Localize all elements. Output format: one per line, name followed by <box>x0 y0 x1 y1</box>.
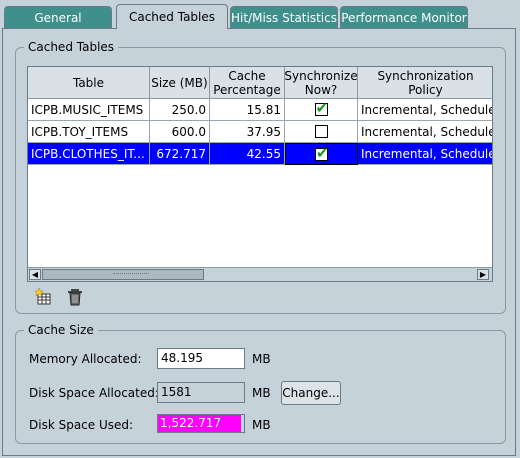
table-header: Table Size (MB) Cache Percentage Synchro… <box>28 67 492 99</box>
disk-alloc-unit: MB <box>252 386 271 400</box>
col-header-synchronize-now[interactable]: Synchronize Now? <box>284 67 358 99</box>
cached-tables-grid: Table Size (MB) Cache Percentage Synchro… <box>27 66 493 282</box>
cell-sync-policy: Incremental, Scheduled <box>358 143 492 165</box>
cell-table-name: ICPB.TOY_ITEMS <box>28 121 150 143</box>
col-header-size[interactable]: Size (MB) <box>150 67 210 99</box>
horizontal-scrollbar[interactable]: ◀ ▶ <box>28 267 492 281</box>
disk-space-allocated-label: Disk Space Allocated: <box>29 386 159 400</box>
checkmark-icon: ✔ <box>316 143 329 162</box>
cell-sync-policy: Incremental, Scheduled <box>358 99 492 121</box>
cell-cache-percentage: 42.55 <box>210 143 285 165</box>
add-table-icon[interactable] <box>34 287 53 306</box>
tab-cached-tables[interactable]: Cached Tables <box>116 4 228 29</box>
sync-now-checkbox[interactable]: ✔ <box>314 99 328 117</box>
tab-general[interactable]: General <box>4 6 112 28</box>
cell-sync-now: ✔ <box>285 143 358 165</box>
cell-size: 600.0 <box>150 121 210 143</box>
scroll-thumb[interactable] <box>42 269 204 280</box>
cell-size: 250.0 <box>150 99 210 121</box>
cached-tables-legend: Cached Tables <box>28 40 115 54</box>
disk-space-used-bar: 1,522.717 <box>157 414 245 433</box>
checkmark-icon: ✔ <box>315 99 329 117</box>
table-row[interactable]: ICPB.MUSIC_ITEMS 250.0 15.81 ✔ Increment… <box>28 99 492 121</box>
sync-now-checkbox[interactable]: ✔ <box>315 144 329 162</box>
cell-size: 672.717 <box>150 143 210 165</box>
cell-sync-now <box>285 121 358 143</box>
cell-table-name: ICPB.CLOTHES_IT... <box>28 143 150 165</box>
disk-used-value: 1,522.717 <box>160 416 222 430</box>
memory-unit: MB <box>252 352 271 366</box>
delete-table-icon[interactable] <box>66 288 84 306</box>
col-header-cache-percentage[interactable]: Cache Percentage <box>210 67 285 99</box>
table-row-selected[interactable]: ICPB.CLOTHES_IT... 672.717 42.55 ✔ Incre… <box>28 143 492 165</box>
disk-space-allocated-field: 1581 <box>157 382 245 403</box>
sync-now-checkbox[interactable] <box>314 125 328 138</box>
col-header-table[interactable]: Table <box>28 67 150 99</box>
thumb-grip-icon <box>113 273 149 277</box>
memory-allocated-field[interactable]: 48.195 <box>157 348 245 369</box>
memory-allocated-label: Memory Allocated: <box>29 352 142 366</box>
cell-cache-percentage: 37.95 <box>210 121 285 143</box>
cell-cache-percentage: 15.81 <box>210 99 285 121</box>
table-row[interactable]: ICPB.TOY_ITEMS 600.0 37.95 Incremental, … <box>28 121 492 143</box>
cell-sync-now: ✔ <box>285 99 358 121</box>
tab-performance-monitor[interactable]: Performance Monitor <box>340 6 468 28</box>
cell-sync-policy: Incremental, Scheduled <box>358 121 492 143</box>
disk-space-used-label: Disk Space Used: <box>29 418 134 432</box>
disk-used-unit: MB <box>252 418 271 432</box>
scroll-right-icon[interactable]: ▶ <box>477 269 489 280</box>
cell-table-name: ICPB.MUSIC_ITEMS <box>28 99 150 121</box>
col-header-sync-policy[interactable]: Synchronization Policy <box>358 67 492 99</box>
cache-size-legend: Cache Size <box>28 323 94 337</box>
tab-hit-miss-statistics[interactable]: Hit/Miss Statistics <box>230 6 338 28</box>
change-button[interactable]: Change... <box>281 381 341 405</box>
scroll-left-icon[interactable]: ◀ <box>29 269 41 280</box>
